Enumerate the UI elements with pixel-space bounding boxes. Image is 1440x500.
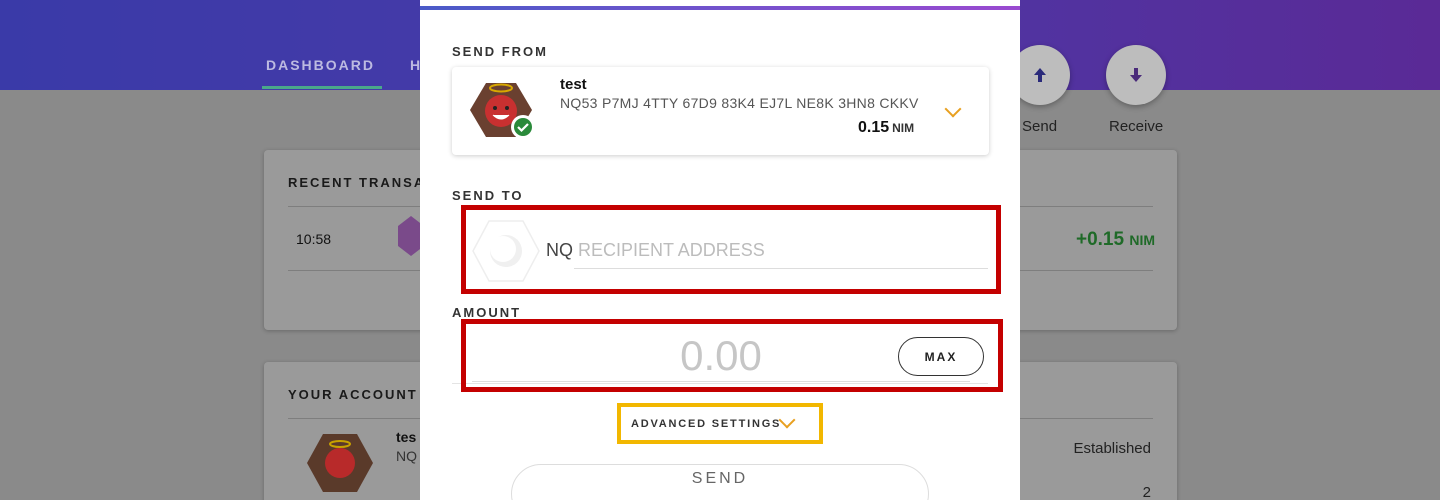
transaction-amount: +0.15 NIM xyxy=(1076,229,1155,251)
account-avatar-icon xyxy=(307,434,373,492)
arrow-up-icon xyxy=(1034,68,1046,82)
account-count: 2 xyxy=(1142,484,1151,500)
sender-balance-value: 0.15 xyxy=(858,119,890,136)
sender-account-name: test xyxy=(560,76,587,93)
send-button[interactable]: SEND xyxy=(511,464,929,500)
recipient-highlight-box xyxy=(461,205,1001,294)
your-accounts-title: YOUR ACCOUNT xyxy=(288,387,418,402)
receive-action-button[interactable] xyxy=(1106,45,1166,105)
transaction-time: 10:58 xyxy=(296,231,332,247)
chevron-down-icon[interactable] xyxy=(944,100,962,118)
tab-dashboard[interactable]: DASHBOARD xyxy=(266,57,375,73)
transaction-amount-value: +0.15 xyxy=(1075,229,1125,250)
advanced-settings-toggle[interactable]: ADVANCED SETTINGS xyxy=(617,403,823,444)
arrow-down-icon xyxy=(1130,68,1142,82)
send-from-label: SEND FROM xyxy=(452,44,548,59)
send-to-label: SEND TO xyxy=(452,188,524,203)
recent-transactions-title: RECENT TRANSA xyxy=(288,175,426,190)
account-status: Established xyxy=(1073,440,1151,457)
amount-label: AMOUNT xyxy=(452,305,522,320)
account-name: tes xyxy=(396,429,417,445)
sender-account-address: NQ53 P7MJ 4TTY 67D9 83K4 EJ7L NE8K 3HN8 … xyxy=(560,95,919,111)
send-action-label: Send xyxy=(1022,118,1058,135)
sender-balance: 0.15 NIM xyxy=(858,119,914,137)
sender-avatar-icon xyxy=(470,83,535,139)
active-tab-indicator xyxy=(262,86,382,89)
transaction-amount-unit: NIM xyxy=(1129,232,1155,248)
modal-accent-bar xyxy=(420,6,1020,10)
receive-action-label: Receive xyxy=(1109,118,1164,135)
advanced-settings-label: ADVANCED SETTINGS xyxy=(631,417,782,430)
sender-account-selector[interactable]: test NQ53 P7MJ 4TTY 67D9 83K4 EJ7L NE8K … xyxy=(452,67,989,155)
account-address: NQ xyxy=(396,448,417,464)
amount-highlight-box xyxy=(461,319,1003,392)
sender-balance-unit: NIM xyxy=(892,121,915,135)
